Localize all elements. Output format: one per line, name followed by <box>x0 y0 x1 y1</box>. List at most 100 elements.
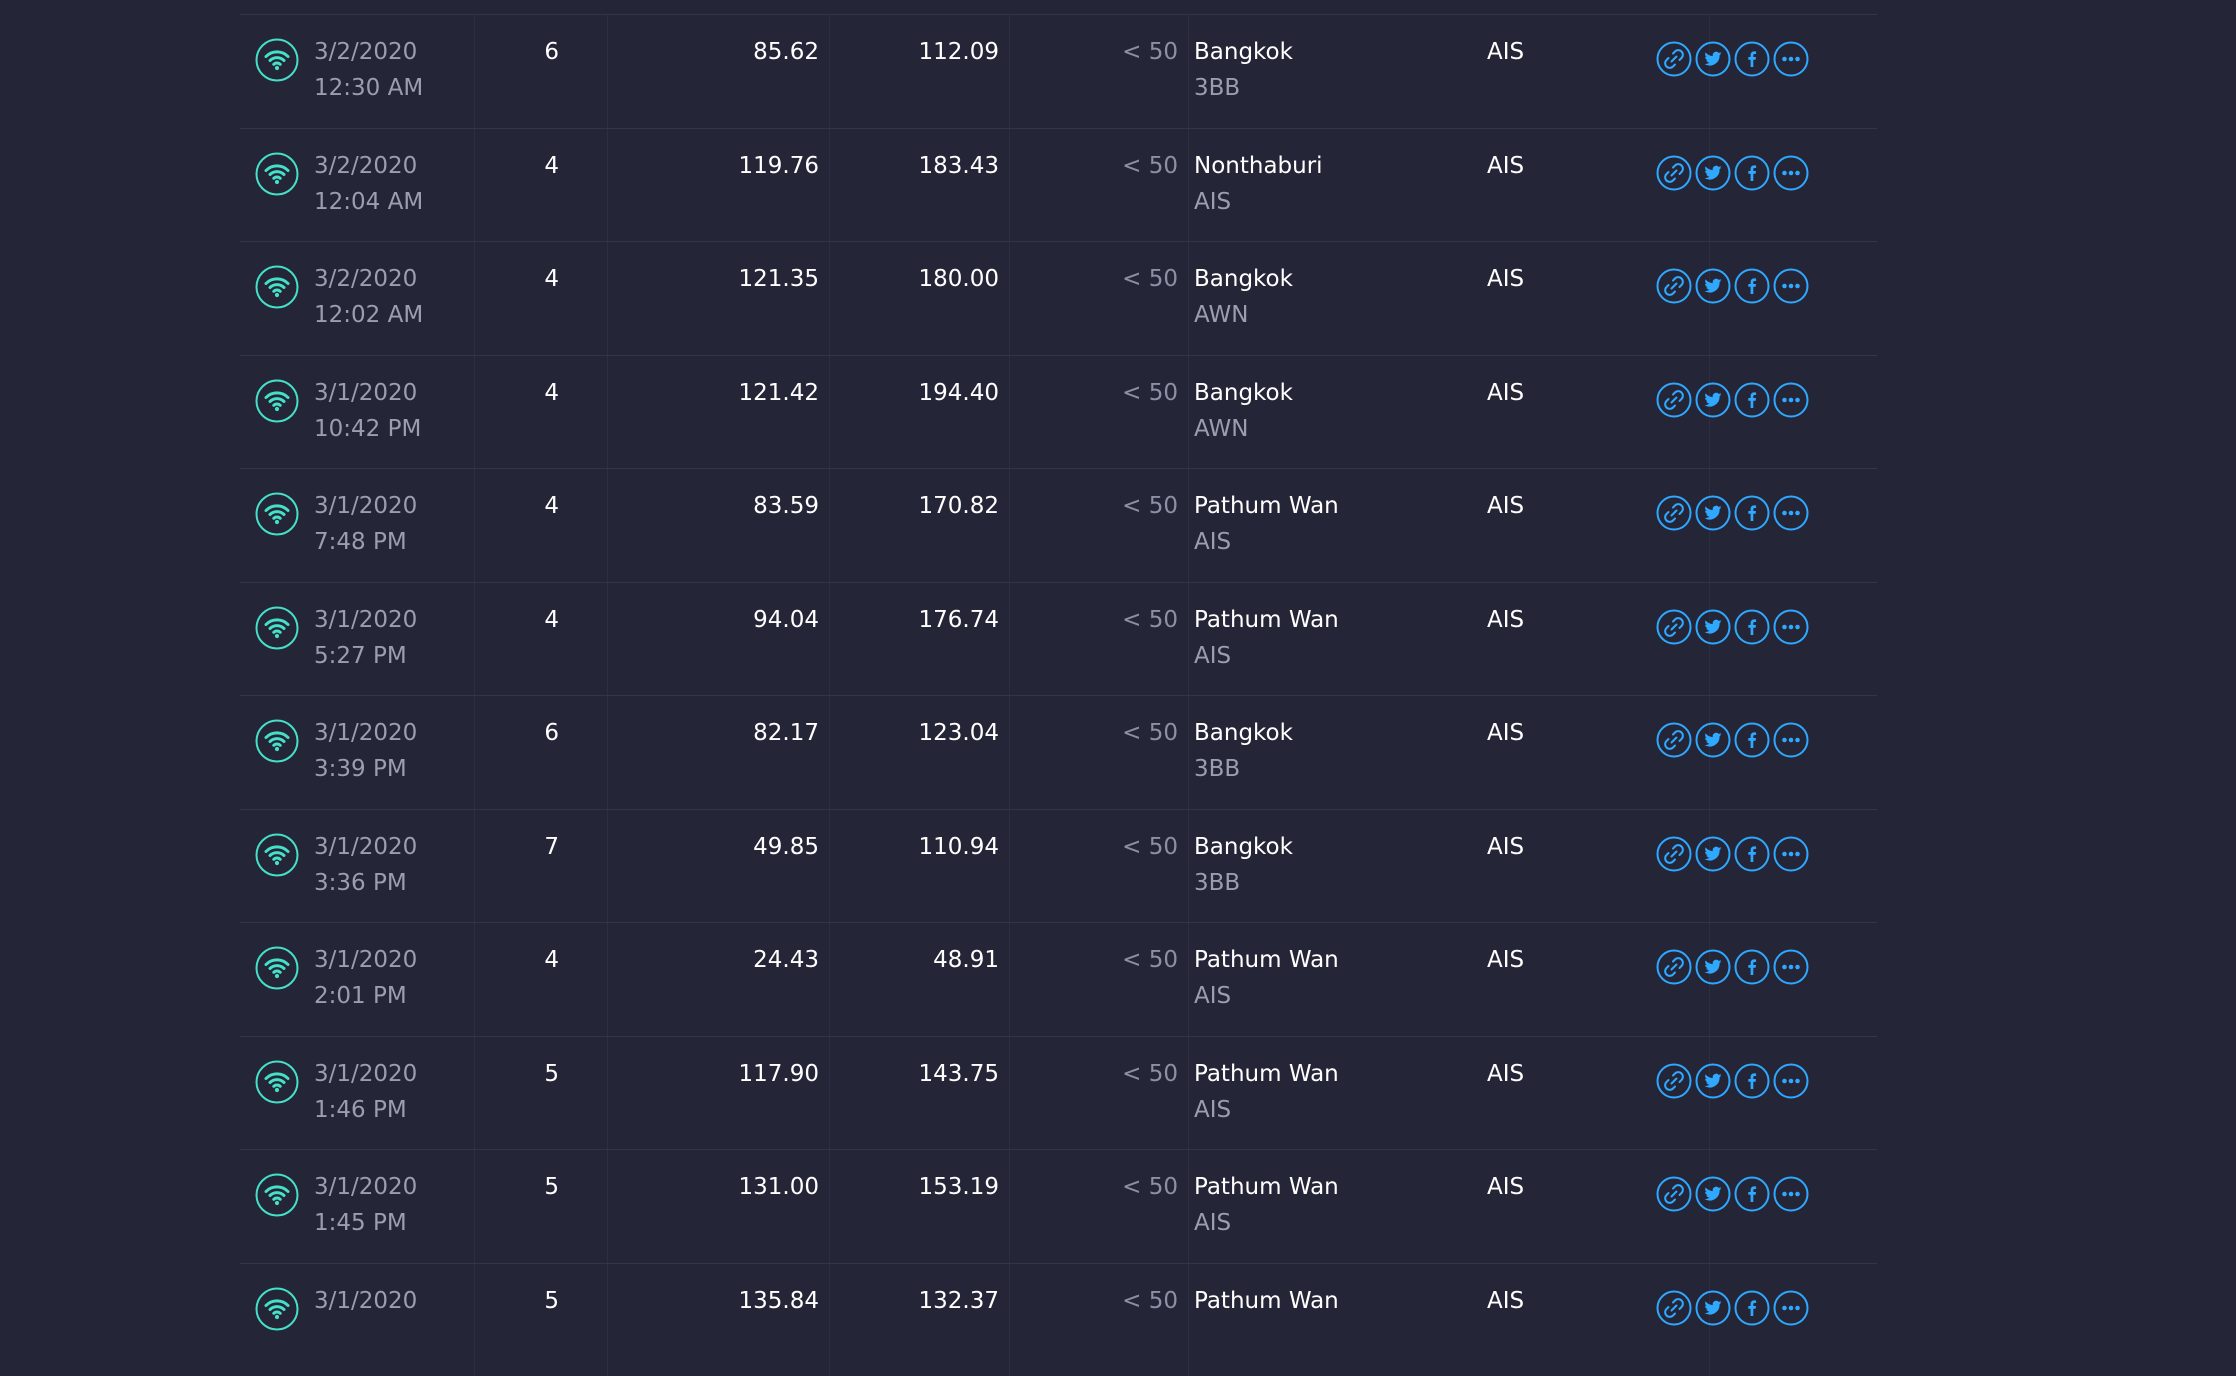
facebook-icon[interactable] <box>1734 1290 1770 1326</box>
connections-value: 5 <box>544 1286 559 1316</box>
twitter-icon[interactable] <box>1695 722 1731 758</box>
server-cell <box>1188 242 1710 355</box>
result-time: 1:45 PM <box>314 1208 474 1238</box>
twitter-icon[interactable] <box>1695 836 1731 872</box>
table-row[interactable]: 3/1/2020 7:48 PM 4 83.59 170.82 < 50 Pat… <box>240 468 1877 582</box>
link-icon[interactable] <box>1656 155 1692 191</box>
facebook-icon[interactable] <box>1734 1176 1770 1212</box>
more-icon[interactable] <box>1773 41 1809 77</box>
result-date: 3/1/2020 <box>314 1286 474 1316</box>
download-speed: 82.17 <box>753 718 819 748</box>
facebook-icon[interactable] <box>1734 949 1770 985</box>
ping-value: < 50 <box>1122 605 1178 635</box>
link-icon[interactable] <box>1656 41 1692 77</box>
table-row[interactable]: 3/1/2020 10:42 PM 4 121.42 194.40 < 50 B… <box>240 355 1877 469</box>
download-cell: 83.59 <box>607 469 830 582</box>
link-icon[interactable] <box>1656 495 1692 531</box>
twitter-icon[interactable] <box>1695 1176 1731 1212</box>
link-icon[interactable] <box>1656 268 1692 304</box>
provider-name: AIS <box>1487 491 1524 521</box>
more-icon[interactable] <box>1773 155 1809 191</box>
upload-speed: 123.04 <box>919 718 999 748</box>
link-icon[interactable] <box>1656 836 1692 872</box>
twitter-icon[interactable] <box>1695 41 1731 77</box>
twitter-icon[interactable] <box>1695 609 1731 645</box>
connections-cell: 4 <box>474 469 608 582</box>
provider-name: AIS <box>1487 264 1524 294</box>
upload-speed: 153.19 <box>919 1172 999 1202</box>
ping-cell: < 50 <box>1009 1037 1189 1150</box>
more-icon[interactable] <box>1773 1063 1809 1099</box>
more-icon[interactable] <box>1773 609 1809 645</box>
table-row[interactable]: 3/1/2020 3:36 PM 7 49.85 110.94 < 50 Ban… <box>240 809 1877 923</box>
more-icon[interactable] <box>1773 1290 1809 1326</box>
facebook-icon[interactable] <box>1734 1063 1770 1099</box>
connections-value: 4 <box>544 151 559 181</box>
more-icon[interactable] <box>1773 722 1809 758</box>
download-cell: 121.35 <box>607 242 830 355</box>
twitter-icon[interactable] <box>1695 268 1731 304</box>
more-icon[interactable] <box>1773 382 1809 418</box>
table-row[interactable]: 3/2/2020 12:02 AM 4 121.35 180.00 < 50 B… <box>240 241 1877 355</box>
result-date: 3/1/2020 <box>314 605 474 635</box>
facebook-icon[interactable] <box>1734 495 1770 531</box>
table-row[interactable]: 3/1/2020 5:27 PM 4 94.04 176.74 < 50 Pat… <box>240 582 1877 696</box>
table-row[interactable]: 3/1/2020 1:45 PM 5 131.00 153.19 < 50 Pa… <box>240 1149 1877 1263</box>
twitter-icon[interactable] <box>1695 1063 1731 1099</box>
upload-cell: 48.91 <box>829 923 1010 1036</box>
table-row[interactable]: 3/1/2020 2:01 PM 4 24.43 48.91 < 50 Path… <box>240 922 1877 1036</box>
table-row[interactable]: 3/1/2020 3:39 PM 6 82.17 123.04 < 50 Ban… <box>240 695 1877 809</box>
facebook-icon[interactable] <box>1734 382 1770 418</box>
connections-cell: 5 <box>474 1037 608 1150</box>
provider-name: AIS <box>1487 605 1524 635</box>
facebook-icon[interactable] <box>1734 609 1770 645</box>
download-speed: 24.43 <box>753 945 819 975</box>
share-actions <box>1656 949 1809 985</box>
table-row[interactable]: 3/1/2020 1:46 PM 5 117.90 143.75 < 50 Pa… <box>240 1036 1877 1150</box>
link-icon[interactable] <box>1656 722 1692 758</box>
link-icon[interactable] <box>1656 382 1692 418</box>
twitter-icon[interactable] <box>1695 382 1731 418</box>
table-row[interactable]: 3/2/2020 12:30 AM 6 85.62 112.09 < 50 Ba… <box>240 14 1877 128</box>
more-icon[interactable] <box>1773 836 1809 872</box>
wifi-icon <box>255 265 299 309</box>
twitter-icon[interactable] <box>1695 155 1731 191</box>
result-time: 3:36 PM <box>314 868 474 898</box>
download-speed: 121.42 <box>739 378 819 408</box>
more-icon[interactable] <box>1773 1176 1809 1212</box>
share-actions <box>1656 155 1809 191</box>
server-cell <box>1188 1150 1710 1263</box>
ping-cell: < 50 <box>1009 1150 1189 1263</box>
result-time: 7:48 PM <box>314 527 474 557</box>
date-cell: 3/2/2020 12:30 AM <box>240 15 475 128</box>
download-cell: 131.00 <box>607 1150 830 1263</box>
table-row[interactable]: 3/2/2020 12:04 AM 4 119.76 183.43 < 50 N… <box>240 128 1877 242</box>
facebook-icon[interactable] <box>1734 722 1770 758</box>
more-icon[interactable] <box>1773 495 1809 531</box>
server-cell <box>1188 1037 1710 1150</box>
upload-speed: 170.82 <box>919 491 999 521</box>
table-row[interactable]: 3/1/2020 5 135.84 132.37 < 50 Pathum Wan… <box>240 1263 1877 1376</box>
facebook-icon[interactable] <box>1734 836 1770 872</box>
server-cell <box>1188 810 1710 923</box>
twitter-icon[interactable] <box>1695 495 1731 531</box>
link-icon[interactable] <box>1656 1176 1692 1212</box>
link-icon[interactable] <box>1656 1063 1692 1099</box>
ping-cell: < 50 <box>1009 923 1189 1036</box>
link-icon[interactable] <box>1656 949 1692 985</box>
twitter-icon[interactable] <box>1695 1290 1731 1326</box>
facebook-icon[interactable] <box>1734 155 1770 191</box>
upload-speed: 180.00 <box>919 264 999 294</box>
download-cell: 121.42 <box>607 356 830 469</box>
ping-value: < 50 <box>1122 832 1178 862</box>
twitter-icon[interactable] <box>1695 949 1731 985</box>
share-actions <box>1656 41 1809 77</box>
download-speed: 131.00 <box>739 1172 819 1202</box>
link-icon[interactable] <box>1656 609 1692 645</box>
more-icon[interactable] <box>1773 268 1809 304</box>
link-icon[interactable] <box>1656 1290 1692 1326</box>
facebook-icon[interactable] <box>1734 268 1770 304</box>
more-icon[interactable] <box>1773 949 1809 985</box>
server-cell <box>1188 129 1710 242</box>
facebook-icon[interactable] <box>1734 41 1770 77</box>
